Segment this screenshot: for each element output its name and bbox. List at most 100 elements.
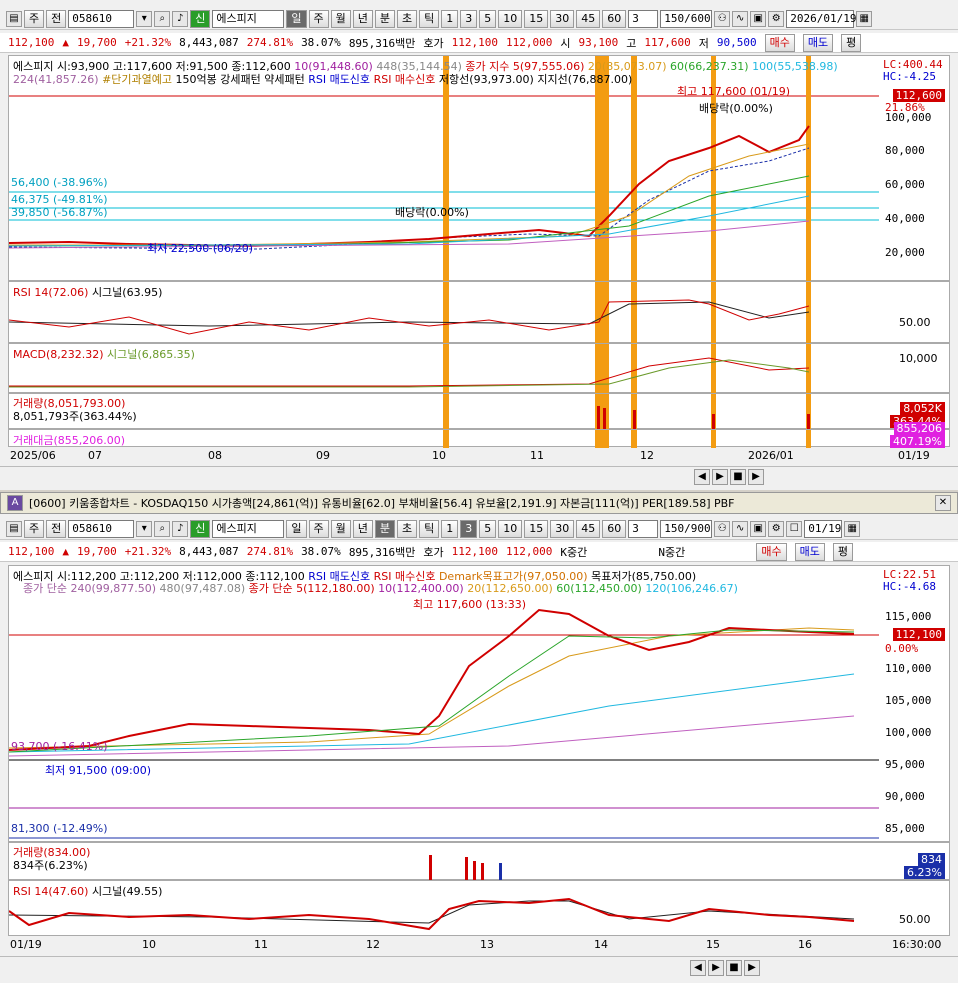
tab-prev[interactable]: 전 (46, 9, 67, 28)
avg-button[interactable]: 평 (841, 33, 862, 52)
buy-button-2[interactable]: 매수 (756, 542, 787, 561)
search-icon-2[interactable]: ⌕ (154, 520, 171, 537)
date-input-2[interactable]: 01/19 (804, 519, 843, 538)
bar-count-input-2[interactable]: 150/900 (660, 519, 713, 538)
top-amount-chart[interactable]: 거래대금(855,206.00) 855,206 407.19% (8, 422, 950, 448)
bar-count-input[interactable]: 150/600 (660, 9, 713, 28)
top-scroll-bar[interactable]: ◀ ▶ ■ ▶ (0, 466, 958, 486)
period-day[interactable]: 일 (286, 9, 307, 28)
interval-30-2[interactable]: 30 (550, 519, 575, 538)
bottom-window-titlebar[interactable]: A [0600] 키움종합차트 - KOSDAQ150 시가총액[24,861(… (0, 492, 958, 514)
period-second-2[interactable]: 초 (397, 519, 418, 538)
stop-icon[interactable]: ■ (730, 469, 746, 485)
period-day-2[interactable]: 일 (286, 519, 307, 538)
interval-30[interactable]: 30 (550, 9, 575, 28)
indicator-icon-2[interactable]: ⚇ (714, 520, 731, 537)
chart-list-icon[interactable]: ▤ (6, 10, 22, 27)
calendar-icon-2[interactable]: ▦ (844, 520, 861, 537)
save-icon-2[interactable]: ▣ (750, 520, 767, 537)
top-volume-chart[interactable]: 거래량(8,051,793.00) 8,051,793주(363.44%) 8,… (8, 393, 950, 430)
buy-button[interactable]: 매수 (764, 33, 795, 52)
amount-legend: 거래대금(855,206.00) (13, 434, 126, 447)
bottom-price-chart[interactable]: 에스피지 시:112,200 고:112,200 저:112,000 종:112… (8, 565, 950, 842)
interval-45-2[interactable]: 45 (576, 519, 601, 538)
period-year[interactable]: 년 (352, 9, 373, 28)
interval-60-2[interactable]: 60 (602, 519, 627, 538)
period-week-2[interactable]: 주 (308, 519, 329, 538)
gear-icon-2[interactable]: ⚙ (768, 520, 785, 537)
period-week[interactable]: 주 (308, 9, 329, 28)
ask-price-2: 112,000 (506, 545, 553, 558)
bottom-scroll-bar[interactable]: ◀ ▶ ■ ▶ (0, 956, 958, 978)
scroll-left-icon-2[interactable]: ◀ (690, 960, 706, 976)
interval-45[interactable]: 45 (576, 9, 601, 28)
top-macd-chart[interactable]: MACD(8,232.32) 시그널(6,865.35) 10,000 (8, 343, 950, 394)
low-label: 저 (698, 36, 709, 50)
bottom-volume-chart[interactable]: 거래량(834.00) 834주(6.23%) 834 6.23% (8, 842, 950, 881)
top-toolbar: ▤ 주 전 058610 ▾ ⌕ ♪ 신 에스피지 일 주 월 년 분 초 틱 … (0, 8, 958, 30)
search-icon[interactable]: ⌕ (154, 10, 171, 27)
interval-60[interactable]: 60 (602, 9, 627, 28)
interval-select[interactable]: 3 (628, 9, 659, 28)
period-tick-2[interactable]: 틱 (419, 519, 440, 538)
volume-tag-b2: 6.23% (904, 866, 945, 879)
scroll-right-icon[interactable]: ▶ (748, 469, 764, 485)
x-label-1: 2025/06 (10, 449, 56, 462)
period-tick[interactable]: 틱 (419, 9, 440, 28)
period-minute[interactable]: 분 (374, 9, 395, 28)
interval-3-2[interactable]: 3 (460, 519, 478, 538)
interval-10-2[interactable]: 10 (498, 519, 523, 538)
play-icon-2[interactable]: ▶ (708, 960, 724, 976)
stock-code-input[interactable]: 058610 (68, 9, 135, 28)
scroll-left-icon[interactable]: ◀ (694, 469, 710, 485)
interval-15-2[interactable]: 15 (524, 519, 549, 538)
interval-5-2[interactable]: 5 (479, 519, 497, 538)
checkbox-icon[interactable]: ☐ (786, 520, 803, 537)
period-year-2[interactable]: 년 (352, 519, 373, 538)
stock-name-2: 에스피지 (212, 519, 285, 538)
price-change-pct: +21.32% (124, 36, 172, 49)
period-second[interactable]: 초 (397, 9, 418, 28)
n-mid: N중간 (658, 545, 686, 559)
interval-5[interactable]: 5 (479, 9, 497, 28)
interval-select-2[interactable]: 3 (628, 519, 659, 538)
period-minute-2[interactable]: 분 (374, 519, 395, 538)
sell-button-2[interactable]: 매도 (794, 542, 825, 561)
x-label-b6: 14 (594, 938, 608, 951)
interval-10[interactable]: 10 (498, 9, 523, 28)
tab-stock[interactable]: 주 (24, 9, 45, 28)
price-tag-2: 112,100 (892, 628, 945, 641)
sell-button[interactable]: 매도 (802, 33, 834, 52)
gear-icon[interactable]: ⚙ (768, 10, 785, 27)
close-icon[interactable]: ✕ (935, 495, 951, 511)
chart-list-icon-2[interactable]: ▤ (6, 520, 22, 537)
interval-15[interactable]: 15 (524, 9, 549, 28)
play-icon[interactable]: ▶ (712, 469, 728, 485)
avg-button-2[interactable]: 평 (832, 542, 854, 561)
code-dropdown-icon-2[interactable]: ▾ (136, 520, 153, 537)
interval-1[interactable]: 1 (441, 9, 459, 28)
interval-1-2[interactable]: 1 (441, 519, 459, 538)
top-rsi-chart[interactable]: RSI 14(72.06) 시그널(63.95) 50.00 (8, 281, 950, 344)
speaker-icon-2[interactable]: ♪ (172, 520, 189, 537)
tab-prev-2[interactable]: 전 (46, 519, 67, 538)
top-price-chart[interactable]: 에스피지 시:93,900 고:117,600 저:91,500 종:112,6… (8, 55, 950, 282)
volume-ratio-2: 274.81% (246, 545, 294, 558)
code-dropdown-icon[interactable]: ▾ (136, 10, 153, 27)
draw-icon-2[interactable]: ∿ (732, 520, 749, 537)
stock-code-input-2[interactable]: 058610 (68, 519, 135, 538)
stop-icon-2[interactable]: ■ (726, 960, 742, 976)
credit-badge: 신 (190, 9, 211, 28)
interval-3[interactable]: 3 (460, 9, 478, 28)
calendar-icon[interactable]: ▦ (856, 10, 873, 27)
draw-icon[interactable]: ∿ (732, 10, 749, 27)
date-input[interactable]: 2026/01/19 (786, 9, 856, 28)
speaker-icon[interactable]: ♪ (172, 10, 189, 27)
tab-stock-2[interactable]: 주 (24, 519, 45, 538)
scroll-right-icon-2[interactable]: ▶ (744, 960, 760, 976)
period-month[interactable]: 월 (330, 9, 351, 28)
period-month-2[interactable]: 월 (330, 519, 351, 538)
bottom-rsi-chart[interactable]: RSI 14(47.60) 시그널(49.55) 50.00 (8, 880, 950, 936)
indicator-icon[interactable]: ⚇ (714, 10, 731, 27)
save-icon[interactable]: ▣ (750, 10, 767, 27)
